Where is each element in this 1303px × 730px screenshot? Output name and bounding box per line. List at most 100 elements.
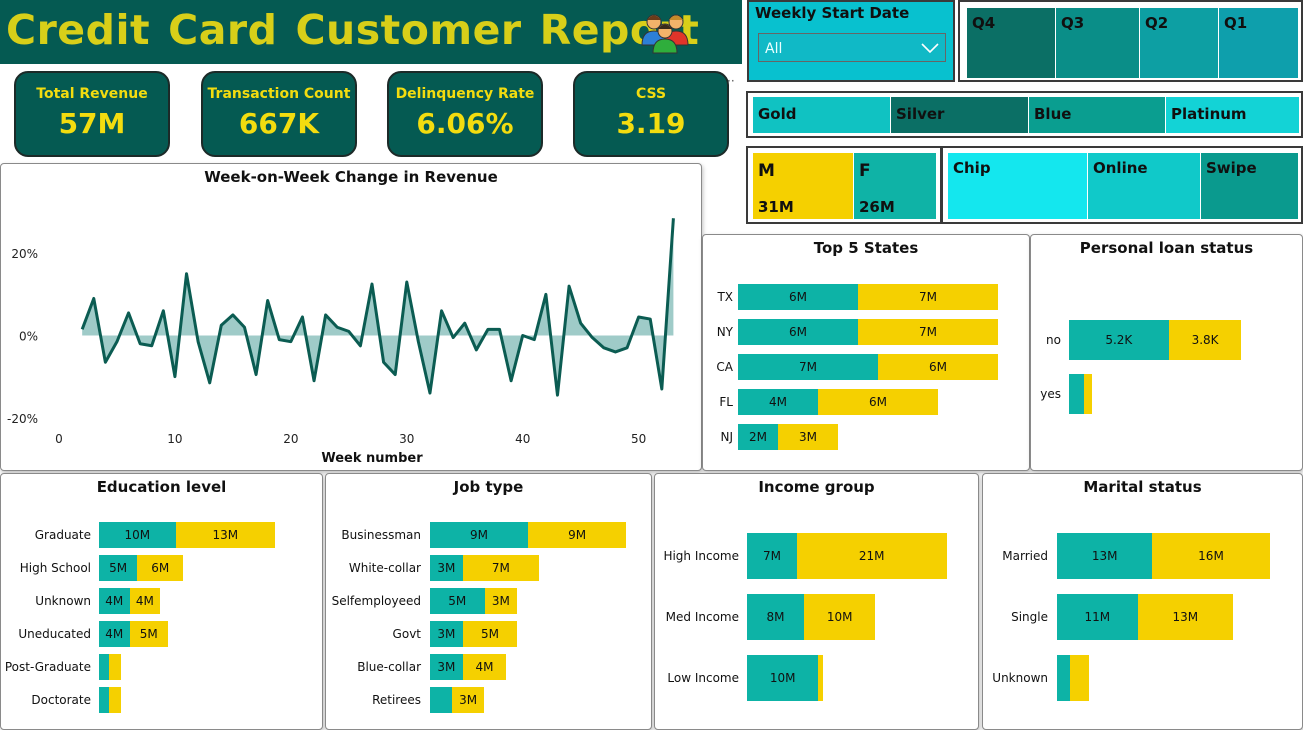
quarter-tile-q2[interactable]: Q2: [1140, 8, 1218, 78]
quarter-tile-q1[interactable]: Q1: [1219, 8, 1298, 78]
bar-segment-teal[interactable]: 6M: [738, 319, 858, 345]
bar-segment-yellow[interactable]: 13M: [1137, 594, 1233, 640]
bar-segment-yellow[interactable]: 6M: [818, 389, 938, 415]
bar-segment-yellow[interactable]: 6M: [878, 354, 998, 380]
tx-tile-online[interactable]: Online: [1088, 153, 1200, 219]
bar-segment-yellow[interactable]: 4M: [462, 654, 507, 680]
bar-segment-teal[interactable]: 6M: [738, 284, 858, 310]
category-label: Graduate: [34, 527, 91, 542]
bar-segment-teal[interactable]: 7M: [747, 533, 797, 579]
bar-segment-teal[interactable]: 10M: [747, 655, 819, 701]
kpi-value: 57M: [58, 107, 126, 140]
bar-segment-yellow[interactable]: 3M: [451, 687, 485, 713]
bar-segment-teal[interactable]: 3M: [430, 621, 463, 647]
tile-label: Q2: [1145, 14, 1169, 32]
bar-segment-teal[interactable]: 11M: [1057, 594, 1138, 640]
bar-row: White-collar 3M 7M: [326, 555, 648, 581]
card-tile-silver[interactable]: Silver: [891, 97, 1028, 133]
bar-segment-yellow[interactable]: 13M: [175, 522, 276, 548]
bar-segment-teal[interactable]: 8M: [747, 594, 804, 640]
bar-segment-teal[interactable]: 4M: [99, 588, 130, 614]
card-tile-platinum[interactable]: Platinum: [1166, 97, 1299, 133]
kpi-label: Delinquency Rate: [395, 86, 535, 102]
gender-tile-m[interactable]: M 31M: [753, 153, 853, 219]
bar-row: Selfemployeed 5M 3M: [326, 588, 648, 614]
bar-segment-yellow[interactable]: 7M: [462, 555, 539, 581]
bar-segment-teal[interactable]: 5M: [430, 588, 485, 614]
bar-row: Unknown: [983, 655, 1299, 701]
bar-segment-teal[interactable]: [99, 654, 109, 680]
bar-segment-yellow[interactable]: 4M: [129, 588, 161, 614]
bar-segment-yellow[interactable]: 7M: [858, 319, 998, 345]
card-tile-blue[interactable]: Blue: [1029, 97, 1165, 133]
bar-segment-teal[interactable]: [430, 687, 452, 713]
bar-segment-teal[interactable]: 3M: [430, 654, 463, 680]
tile-label: Chip: [953, 159, 991, 177]
bar-segment-yellow[interactable]: 3.8K: [1168, 320, 1242, 360]
bar-segment-teal[interactable]: 13M: [1057, 533, 1153, 579]
bar-segment-teal[interactable]: [1069, 374, 1085, 414]
bar-row: Uneducated 4M 5M: [1, 621, 321, 647]
chart-title: Marital status: [1083, 478, 1202, 496]
bar-row: Med Income 8M 10M: [655, 594, 975, 640]
bar-segment-yellow[interactable]: [108, 687, 122, 713]
category-label: CA: [716, 359, 733, 374]
tile-label: Swipe: [1206, 159, 1257, 177]
bar-segment-teal[interactable]: 10M: [99, 522, 176, 548]
bar-segment-teal[interactable]: 5.2K: [1069, 320, 1169, 360]
quarter-tile-q3[interactable]: Q3: [1056, 8, 1139, 78]
bar-segment-teal[interactable]: 5M: [99, 555, 138, 581]
more-options-icon[interactable]: ··: [727, 74, 735, 88]
quarter-tile-q4[interactable]: Q4: [967, 8, 1055, 78]
tx-tile-chip[interactable]: Chip: [948, 153, 1087, 219]
tile-label: Platinum: [1171, 105, 1247, 123]
bar-segment-yellow[interactable]: [108, 654, 122, 680]
title-word: Customer: [295, 6, 522, 54]
bar-row: Married 13M 16M: [983, 533, 1299, 579]
quarter-slicer: Q4 Q3 Q2 Q1: [958, 0, 1303, 82]
tx-tile-swipe[interactable]: Swipe: [1201, 153, 1298, 219]
bar-segment-teal[interactable]: [99, 687, 109, 713]
bar-segment-yellow[interactable]: 6M: [137, 555, 184, 581]
category-label: Married: [1002, 548, 1048, 563]
bar-segment-teal[interactable]: 7M: [738, 354, 878, 380]
bar-segment-teal[interactable]: [1057, 655, 1071, 701]
bar-segment-yellow[interactable]: [818, 655, 823, 701]
kpi-delinquency-rate: Delinquency Rate 6.06%: [387, 71, 543, 157]
income-group-chart: Income group High Income 7M 21M Med Income 8…: [654, 473, 979, 730]
category-label: Med Income: [665, 609, 739, 624]
category-label: Uneducated: [18, 626, 91, 641]
bar-segment-yellow[interactable]: 9M: [528, 522, 627, 548]
category-label: Retirees: [372, 692, 421, 707]
bar-segment-yellow[interactable]: [1070, 655, 1089, 701]
category-label: High Income: [663, 548, 739, 563]
card-tile-gold[interactable]: Gold: [753, 97, 890, 133]
bar-segment-yellow[interactable]: 5M: [129, 621, 168, 647]
bar-row: Blue-collar 3M 4M: [326, 654, 648, 680]
bar-segment-teal[interactable]: 2M: [738, 424, 778, 450]
bar-segment-teal[interactable]: 3M: [430, 555, 463, 581]
bar-segment-yellow[interactable]: 3M: [778, 424, 838, 450]
kpi-total-revenue: Total Revenue 57M: [14, 71, 170, 157]
bar-segment-yellow[interactable]: 3M: [484, 588, 518, 614]
bar-segment-yellow[interactable]: 7M: [858, 284, 998, 310]
category-label: Doctorate: [31, 692, 91, 707]
bar-segment-yellow[interactable]: 10M: [804, 594, 876, 640]
slicer-title: Weekly Start Date: [755, 4, 910, 22]
y-tick-label: -20%: [7, 412, 38, 426]
bar-segment-yellow[interactable]: 16M: [1152, 533, 1270, 579]
bar-segment-teal[interactable]: 9M: [430, 522, 529, 548]
kpi-value: 667K: [238, 107, 320, 140]
bar-segment-yellow[interactable]: 21M: [796, 533, 947, 579]
x-axis-label: Week number: [321, 451, 423, 466]
category-label: Govt: [392, 626, 421, 641]
category-label: High School: [19, 560, 91, 575]
weekly-start-date-dropdown[interactable]: All: [758, 33, 946, 62]
bar-row: Govt 3M 5M: [326, 621, 648, 647]
bar-segment-yellow[interactable]: [1084, 374, 1092, 414]
bar-segment-yellow[interactable]: 5M: [462, 621, 518, 647]
bar-segment-teal[interactable]: 4M: [99, 621, 130, 647]
bar-segment-teal[interactable]: 4M: [738, 389, 818, 415]
gender-tile-f[interactable]: F 26M: [854, 153, 936, 219]
x-tick-label: 20: [283, 432, 298, 446]
